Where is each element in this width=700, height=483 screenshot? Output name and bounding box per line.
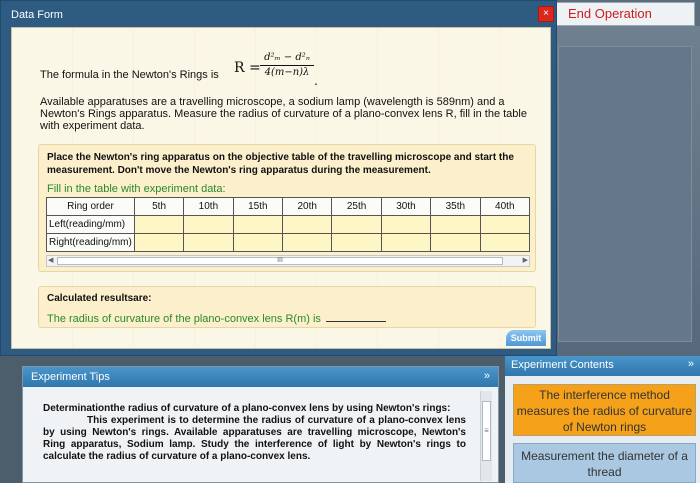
table-header-col: 40th bbox=[479, 197, 530, 216]
tips-scroll-thumb[interactable]: ≡ bbox=[482, 401, 491, 461]
data-form-dialog: Data Form × The formula in the Newton's … bbox=[0, 0, 557, 356]
right-pane bbox=[558, 46, 692, 342]
formula-numerator: d²ₘ − d²ₙ bbox=[260, 52, 314, 66]
table-header-col: 35th bbox=[430, 197, 481, 216]
input-cell[interactable] bbox=[380, 215, 432, 234]
input-cell[interactable] bbox=[430, 233, 481, 252]
formula-lhs: R = bbox=[234, 60, 261, 76]
scroll-right-icon[interactable]: ▶ bbox=[523, 256, 528, 264]
formula-label: The formula in the Newton's Rings is bbox=[40, 69, 219, 81]
input-cell[interactable] bbox=[232, 215, 284, 234]
contents-title: Experiment Contents bbox=[511, 359, 614, 371]
table-header-col: 20th bbox=[281, 197, 333, 216]
formula-denominator: 4(m−n)λ bbox=[264, 67, 310, 78]
input-cell[interactable] bbox=[430, 215, 481, 234]
input-cell[interactable] bbox=[133, 215, 185, 234]
row-label-left: Left(reading/mm) bbox=[46, 215, 135, 234]
table-header-col: 30th bbox=[380, 197, 432, 216]
content-item-thread-diameter[interactable]: Measurement the diameter of a thread bbox=[513, 443, 696, 483]
fill-table-label: Fill in the table with experiment data: bbox=[47, 183, 226, 195]
table-scrollbar[interactable]: ◀ III ▶ bbox=[46, 255, 530, 267]
chevron-down-icon[interactable]: » bbox=[484, 370, 490, 382]
data-table: Ring order 5th 10th 15th 20th 25th 30th … bbox=[46, 197, 530, 252]
table-header-col: 15th bbox=[232, 197, 284, 216]
experiment-tips-panel: Experiment Tips » Determinationthe radiu… bbox=[22, 366, 499, 483]
submit-button[interactable]: Submit bbox=[506, 330, 546, 346]
table-row: Right(reading/mm) bbox=[46, 233, 530, 252]
measurement-box: Place the Newton's ring apparatus on the… bbox=[38, 144, 536, 272]
measurement-instruction: Place the Newton's ring apparatus on the… bbox=[47, 152, 514, 176]
row-label-right: Right(reading/mm) bbox=[46, 233, 135, 252]
chevron-down-icon[interactable]: » bbox=[688, 358, 694, 370]
radius-result-text: The radius of curvature of the plano-con… bbox=[47, 313, 321, 325]
radius-result-line: The radius of curvature of the plano-con… bbox=[47, 312, 386, 325]
table-header-col: 25th bbox=[331, 197, 382, 216]
table-header-ring-order: Ring order bbox=[46, 197, 135, 216]
input-cell[interactable] bbox=[183, 215, 234, 234]
formula-period: . bbox=[314, 74, 318, 88]
input-cell[interactable] bbox=[232, 233, 284, 252]
table-row: Left(reading/mm) bbox=[46, 215, 530, 234]
table-header-col: 5th bbox=[133, 197, 185, 216]
contents-header[interactable]: Experiment Contents » bbox=[505, 356, 700, 376]
input-cell[interactable] bbox=[281, 215, 333, 234]
input-cell[interactable] bbox=[479, 233, 530, 252]
close-button[interactable]: × bbox=[538, 6, 554, 22]
tips-heading: Determinationthe radius of curvature of … bbox=[43, 403, 451, 414]
table-scroll-thumb[interactable]: III bbox=[57, 257, 503, 265]
tips-header[interactable]: Experiment Tips » bbox=[23, 367, 498, 387]
tips-text: Determinationthe radius of curvature of … bbox=[43, 403, 466, 463]
calculated-results-label: Calculated resultsare: bbox=[47, 293, 152, 304]
results-box: Calculated resultsare: The radius of cur… bbox=[38, 286, 536, 328]
input-cell[interactable] bbox=[331, 233, 382, 252]
table-header-row: Ring order 5th 10th 15th 20th 25th 30th … bbox=[46, 197, 530, 216]
formula-fraction: d²ₘ − d²ₙ 4(m−n)λ bbox=[260, 52, 314, 78]
input-cell[interactable] bbox=[281, 233, 333, 252]
input-cell[interactable] bbox=[380, 233, 432, 252]
input-cell[interactable] bbox=[133, 233, 185, 252]
content-item-newton-rings[interactable]: The interference method measures the rad… bbox=[513, 384, 696, 436]
input-cell[interactable] bbox=[479, 215, 530, 234]
end-operation-button[interactable]: End Operation bbox=[555, 2, 695, 26]
apparatus-description: Available apparatuses are a travelling m… bbox=[40, 96, 527, 132]
scroll-left-icon[interactable]: ◀ bbox=[48, 256, 53, 264]
form-body: The formula in the Newton's Rings is R =… bbox=[11, 27, 551, 349]
input-cell[interactable] bbox=[331, 215, 382, 234]
tips-title: Experiment Tips bbox=[31, 371, 110, 383]
tips-scrollbar[interactable]: ≡ bbox=[480, 391, 492, 481]
tips-paragraph: This experiment is to determine the radi… bbox=[43, 415, 466, 462]
dialog-title: Data Form bbox=[11, 9, 63, 21]
experiment-contents-panel: Experiment Contents » The interference m… bbox=[505, 356, 700, 483]
app-right-area bbox=[550, 26, 700, 356]
radius-result-input[interactable] bbox=[325, 312, 386, 322]
input-cell[interactable] bbox=[183, 233, 234, 252]
table-header-col: 10th bbox=[183, 197, 234, 216]
